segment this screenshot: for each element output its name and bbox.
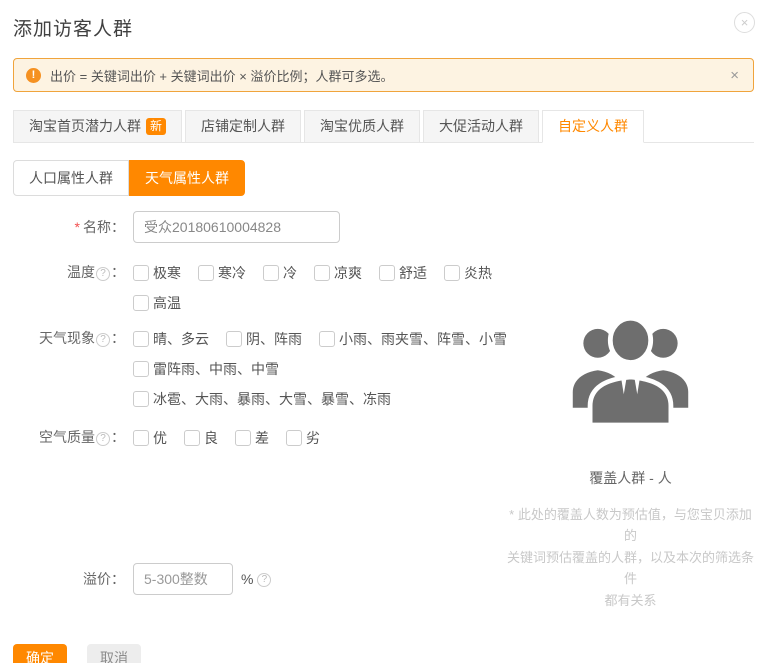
tab-custom-audience[interactable]: 自定义人群: [542, 110, 644, 143]
checkbox-icon: [133, 430, 149, 446]
alert-icon: !: [26, 68, 41, 83]
coverage-panel: 覆盖人群 - 人 * 此处的覆盖人数为预估值，与您宝贝添加的 关键词预估覆盖的人…: [507, 211, 754, 611]
coverage-note: * 此处的覆盖人数为预估值，与您宝贝添加的 关键词预估覆盖的人群，以及本次的筛选…: [507, 504, 754, 611]
checkbox-weather-sunny-cloudy[interactable]: 晴、多云: [133, 330, 209, 348]
checkbox-icon: [314, 265, 330, 281]
subtab-weather[interactable]: 天气属性人群: [129, 160, 245, 196]
checkbox-air-good[interactable]: 良: [184, 429, 218, 447]
tab-label: 淘宝优质人群: [320, 118, 404, 134]
air-quality-row: 空气质量?： 优 良 差 劣: [13, 428, 507, 447]
checkbox-icon: [133, 361, 149, 377]
main-area: *名称： 温度?： 极寒 寒冷 冷 凉爽 舒适 炎热 高温: [13, 211, 754, 611]
checkbox-air-bad[interactable]: 劣: [286, 429, 320, 447]
tab-promo-activity[interactable]: 大促活动人群: [423, 110, 539, 143]
name-label: *名称：: [13, 211, 133, 243]
tab-label: 店铺定制人群: [201, 118, 285, 134]
confirm-button[interactable]: 确定: [13, 644, 67, 663]
temperature-options: 极寒 寒冷 冷 凉爽 舒适 炎热 高温: [133, 263, 492, 312]
coverage-count-text: 覆盖人群 - 人: [507, 468, 754, 488]
cancel-button[interactable]: 取消: [87, 644, 141, 663]
page-title: 添加访客人群: [13, 14, 754, 41]
dialog-footer: 确定 取消: [13, 644, 754, 663]
temperature-row: 温度?： 极寒 寒冷 冷 凉爽 舒适 炎热 高温: [13, 263, 507, 312]
tab-taobao-homepage-potential[interactable]: 淘宝首页潜力人群新: [13, 110, 182, 143]
checkbox-icon: [286, 430, 302, 446]
name-row: *名称：: [13, 211, 507, 243]
premium-label: 溢价：: [13, 563, 133, 595]
tab-label: 自定义人群: [558, 118, 628, 134]
coverage-note-line: * 此处的覆盖人数为预估值，与您宝贝添加的: [507, 504, 754, 547]
subtab-group: 人口属性人群 天气属性人群: [13, 160, 245, 196]
air-quality-options: 优 良 差 劣: [133, 428, 320, 447]
checkbox-weather-overcast-showers[interactable]: 阴、阵雨: [226, 330, 302, 348]
tab-label: 大促活动人群: [439, 118, 523, 134]
checkbox-air-excellent[interactable]: 优: [133, 429, 167, 447]
form-column: *名称： 温度?： 极寒 寒冷 冷 凉爽 舒适 炎热 高温: [13, 211, 507, 611]
checkbox-temp-extreme-cold[interactable]: 极寒: [133, 264, 181, 282]
checkbox-icon: [133, 391, 149, 407]
help-icon[interactable]: ?: [96, 432, 110, 446]
checkbox-icon: [133, 331, 149, 347]
audience-group-icon: [563, 300, 698, 427]
checkbox-temp-cold[interactable]: 寒冷: [198, 264, 246, 282]
air-quality-label: 空气质量?：: [13, 428, 133, 446]
checkbox-weather-thunderstorm-moderate[interactable]: 雷阵雨、中雨、中雪: [133, 360, 279, 378]
checkbox-icon: [379, 265, 395, 281]
coverage-note-line: 关键词预估覆盖的人群，以及本次的筛选条件: [507, 547, 754, 590]
help-icon[interactable]: ?: [96, 333, 110, 347]
dialog-close-icon[interactable]: ×: [734, 12, 755, 33]
checkbox-weather-hail-heavy-rain-snow[interactable]: 冰雹、大雨、暴雨、大雪、暴雪、冻雨: [133, 390, 391, 408]
checkbox-icon: [184, 430, 200, 446]
weather-options: 晴、多云 阴、阵雨 小雨、雨夹雪、阵雪、小雪 雷阵雨、中雨、中雪 冰雹、大雨、暴…: [133, 329, 507, 408]
checkbox-icon: [263, 265, 279, 281]
notice-text: 出价 = 关键词出价 + 关键词出价 × 溢价比例；人群可多选。: [50, 66, 719, 85]
help-icon[interactable]: ?: [257, 573, 271, 587]
weather-label: 天气现象?：: [13, 329, 133, 347]
new-badge: 新: [146, 118, 166, 135]
tab-bar: 淘宝首页潜力人群新 店铺定制人群 淘宝优质人群 大促活动人群 自定义人群: [13, 110, 754, 143]
help-icon[interactable]: ?: [96, 267, 110, 281]
checkbox-icon: [133, 295, 149, 311]
checkbox-icon: [226, 331, 242, 347]
tab-shop-custom[interactable]: 店铺定制人群: [185, 110, 301, 143]
checkbox-air-poor[interactable]: 差: [235, 429, 269, 447]
subtab-demographic[interactable]: 人口属性人群: [13, 160, 129, 196]
checkbox-icon: [444, 265, 460, 281]
checkbox-temp-chilly[interactable]: 冷: [263, 264, 297, 282]
coverage-note-line: 都有关系: [507, 590, 754, 611]
percent-unit: %?: [241, 563, 272, 595]
add-visitor-audience-dialog: 添加访客人群 × ! 出价 = 关键词出价 + 关键词出价 × 溢价比例；人群可…: [0, 0, 767, 663]
weather-row: 天气现象?： 晴、多云 阴、阵雨 小雨、雨夹雪、阵雪、小雪 雷阵雨、中雨、中雪 …: [13, 329, 507, 408]
premium-row: 溢价： %?: [13, 563, 507, 595]
tab-label: 淘宝首页潜力人群: [29, 118, 141, 134]
checkbox-temp-comfortable[interactable]: 舒适: [379, 264, 427, 282]
notice-bar: ! 出价 = 关键词出价 + 关键词出价 × 溢价比例；人群可多选。 ×: [13, 58, 754, 92]
premium-input[interactable]: [133, 563, 233, 595]
required-mark: *: [75, 219, 80, 235]
checkbox-icon: [133, 265, 149, 281]
tab-taobao-quality[interactable]: 淘宝优质人群: [304, 110, 420, 143]
checkbox-icon: [198, 265, 214, 281]
temperature-label: 温度?：: [13, 263, 133, 281]
checkbox-temp-cool[interactable]: 凉爽: [314, 264, 362, 282]
name-input[interactable]: [133, 211, 340, 243]
checkbox-temp-hot[interactable]: 炎热: [444, 264, 492, 282]
notice-close-icon[interactable]: ×: [728, 67, 741, 84]
checkbox-weather-light-rain-sleet-snow[interactable]: 小雨、雨夹雪、阵雪、小雪: [319, 330, 507, 348]
checkbox-icon: [319, 331, 335, 347]
checkbox-temp-high-temperature[interactable]: 高温: [133, 294, 181, 312]
checkbox-icon: [235, 430, 251, 446]
